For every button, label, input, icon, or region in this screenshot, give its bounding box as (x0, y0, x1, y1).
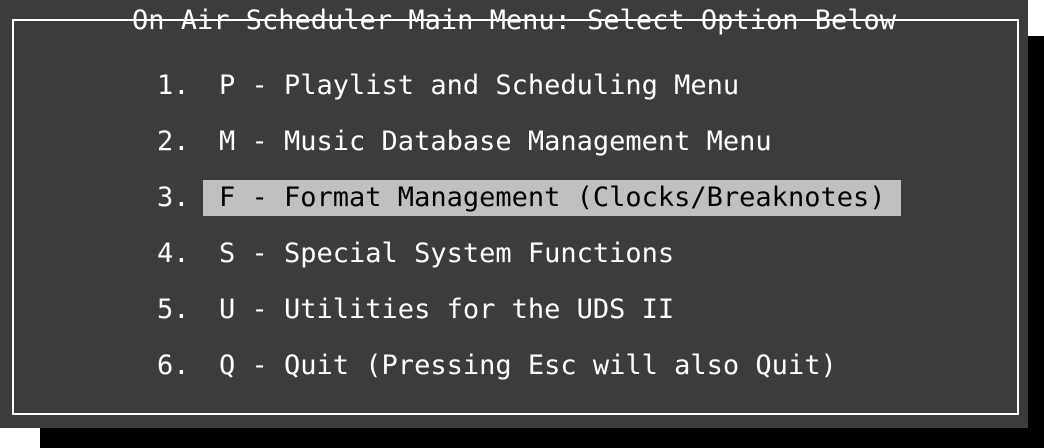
menu-item-number: 2. (157, 126, 190, 157)
menu-item-playlist[interactable]: 1. P - Playlist and Scheduling Menu (157, 58, 901, 114)
menu-item-number: 3. (157, 182, 190, 213)
menu-item-quit[interactable]: 6. Q - Quit (Pressing Esc will also Quit… (157, 338, 901, 394)
menu-item-number: 4. (157, 238, 190, 269)
menu-item-label: Q - Quit (Pressing Esc will also Quit) (219, 350, 837, 381)
menu-item-label: U - Utilities for the UDS II (219, 294, 675, 325)
menu-item-label: P - Playlist and Scheduling Menu (219, 70, 740, 101)
main-menu-dialog: On Air Scheduler Main Menu: Select Optio… (0, 0, 1028, 428)
menu-item-number: 1. (157, 70, 190, 101)
menu-item-format-management[interactable]: 3. F - Format Management (Clocks/Breakno… (157, 170, 902, 226)
menu-item-utilities[interactable]: 5. U - Utilities for the UDS II (157, 282, 901, 338)
menu-item-label: M - Music Database Management Menu (219, 126, 772, 157)
main-menu-list: 1. P - Playlist and Scheduling Menu 2. M… (157, 58, 902, 394)
menu-item-number: 5. (157, 294, 190, 325)
menu-item-label: S - Special System Functions (219, 238, 675, 269)
menu-item-special-functions[interactable]: 4. S - Special System Functions (157, 226, 901, 282)
menu-item-label: F - Format Management (Clocks/Breaknotes… (203, 180, 902, 216)
menu-item-number: 6. (157, 350, 190, 381)
menu-item-music-database[interactable]: 2. M - Music Database Management Menu (157, 114, 901, 170)
